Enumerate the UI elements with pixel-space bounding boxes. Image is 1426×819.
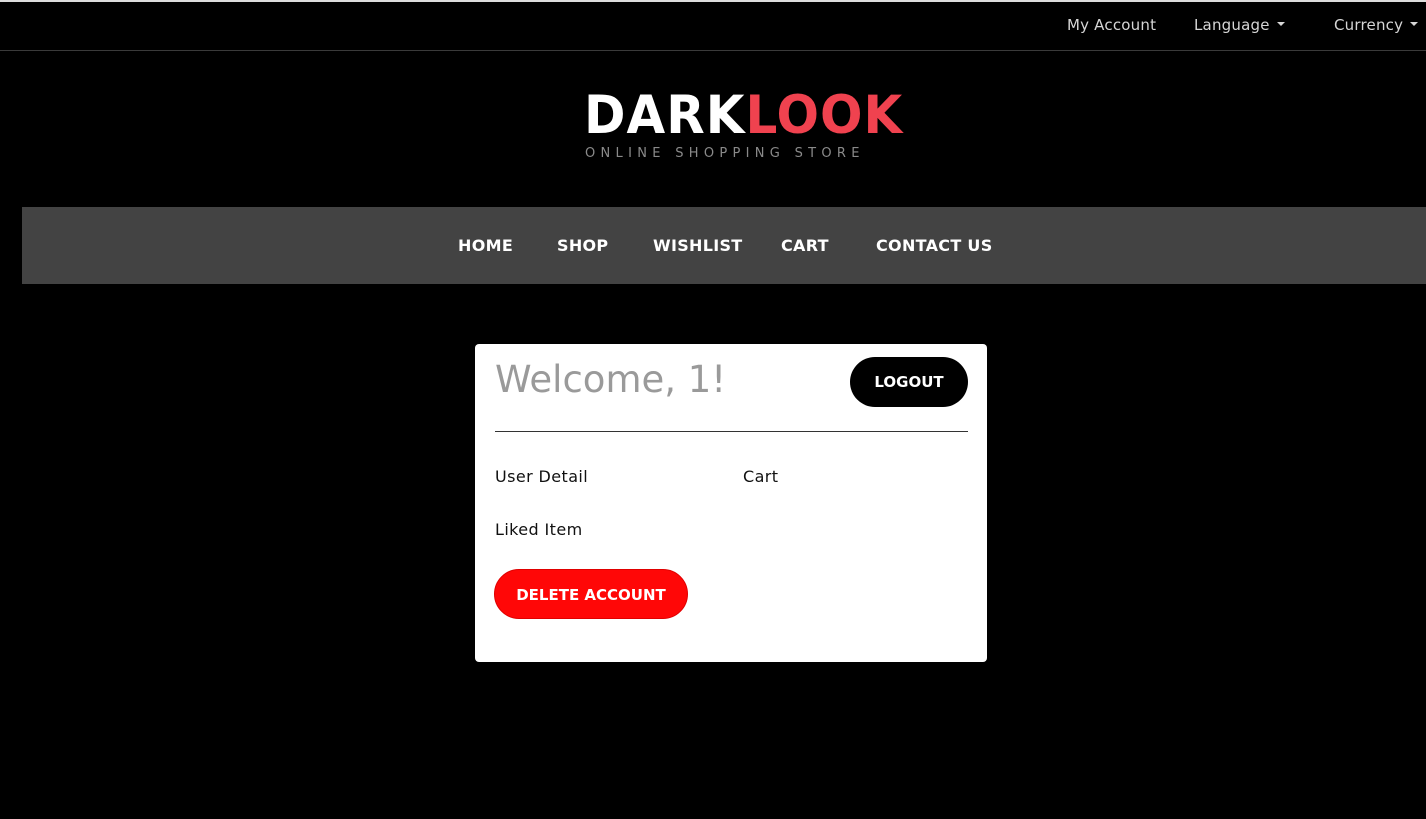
cart-link[interactable]: Cart	[743, 467, 778, 486]
language-label: Language	[1194, 16, 1270, 34]
my-account-link[interactable]: My Account	[1067, 16, 1156, 34]
logout-button[interactable]: LOGOUT	[850, 357, 968, 407]
nav-shop[interactable]: SHOP	[557, 236, 608, 255]
liked-item-link[interactable]: Liked Item	[495, 520, 583, 539]
nav-wishlist[interactable]: WISHLIST	[653, 236, 743, 255]
main-navbar: HOME SHOP WISHLIST CART CONTACT US	[22, 207, 1426, 284]
logo-word-look: LOOK	[745, 84, 904, 146]
nav-home[interactable]: HOME	[458, 236, 513, 255]
caret-down-icon	[1276, 21, 1285, 26]
nav-cart[interactable]: CART	[781, 236, 829, 255]
logo-tagline: ONLINE SHOPPING STORE	[585, 146, 865, 161]
language-dropdown[interactable]: Language	[1194, 16, 1285, 34]
currency-dropdown[interactable]: Currency	[1334, 16, 1419, 34]
top-utility-bar: My Account Language Currency	[0, 2, 1426, 51]
logo-wordmark: DARKLOOK	[584, 86, 903, 145]
site-logo[interactable]: DARKLOOK ONLINE SHOPPING STORE	[584, 86, 902, 166]
card-divider	[495, 431, 968, 432]
welcome-heading: Welcome, 1!	[495, 358, 727, 401]
account-card: Welcome, 1! LOGOUT User Detail Cart Like…	[475, 344, 987, 662]
user-detail-link[interactable]: User Detail	[495, 467, 588, 486]
caret-down-icon	[1410, 21, 1419, 26]
currency-label: Currency	[1334, 16, 1404, 34]
delete-account-button[interactable]: DELETE ACCOUNT	[494, 569, 688, 619]
nav-contact-us[interactable]: CONTACT US	[876, 236, 993, 255]
logo-word-dark: DARK	[584, 84, 746, 146]
